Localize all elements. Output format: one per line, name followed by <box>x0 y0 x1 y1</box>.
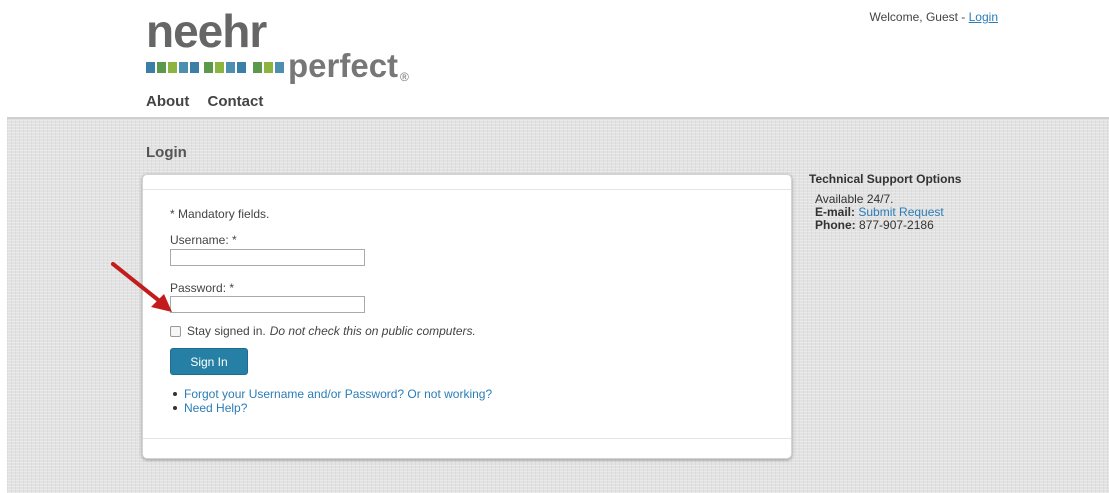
bullet-icon <box>173 406 177 410</box>
stay-signed-in-label: Stay signed in. <box>187 324 266 338</box>
login-link[interactable]: Login <box>969 10 998 24</box>
submit-request-link[interactable]: Submit Request <box>858 205 943 219</box>
panel-divider-bottom <box>143 438 791 439</box>
mandatory-note: * Mandatory fields. <box>170 207 270 221</box>
nav-item-about[interactable]: About <box>146 93 189 110</box>
stay-signed-in-note: Do not check this on public computers. <box>269 324 476 338</box>
nav-item-contact[interactable]: Contact <box>208 93 264 110</box>
list-item: Need Help? <box>170 401 492 415</box>
logo-square <box>264 62 273 73</box>
username-label: Username: * <box>170 233 237 247</box>
sign-in-button[interactable]: Sign In <box>170 348 248 375</box>
password-input[interactable] <box>170 296 365 313</box>
red-arrow-icon <box>111 262 172 312</box>
page-header: neehr perfect ® Welcome, Guest - Login Ab… <box>0 0 1109 118</box>
bullet-icon <box>173 392 177 396</box>
logo-square <box>253 62 262 73</box>
logo-square <box>204 62 213 73</box>
support-title: Technical Support Options <box>809 172 962 186</box>
stay-signed-in-row: Stay signed in. Do not check this on pub… <box>170 324 476 338</box>
support-phone-label: Phone: <box>815 218 856 232</box>
support-details: Available 24/7. E-mail: Submit Request P… <box>815 193 961 232</box>
logo-square <box>157 62 166 73</box>
logo-square <box>168 62 177 73</box>
panel-divider-top <box>143 189 791 190</box>
support-phone-row: Phone: 877-907-2186 <box>815 219 961 232</box>
support-panel: Technical Support Options Available 24/7… <box>809 172 961 232</box>
welcome-message: Welcome, Guest - Login <box>869 10 998 24</box>
neehr-perfect-logo[interactable]: neehr perfect ® <box>146 6 426 86</box>
logo-square <box>190 62 199 73</box>
main-content: Login * Mandatory fields. Username: * Pa… <box>7 117 1109 493</box>
top-nav: About Contact <box>146 93 277 110</box>
support-phone-value: 877-907-2186 <box>859 218 934 232</box>
need-help-link[interactable]: Need Help? <box>184 401 247 415</box>
help-links: Forgot your Username and/or Password? Or… <box>170 387 492 415</box>
logo-square <box>226 62 235 73</box>
logo-square <box>146 62 155 73</box>
forgot-credentials-link[interactable]: Forgot your Username and/or Password? Or… <box>184 387 492 401</box>
logo-square <box>237 62 246 73</box>
username-input[interactable] <box>170 249 365 266</box>
page-title: Login <box>146 144 187 161</box>
logo-main-text: neehr <box>146 5 267 57</box>
support-email-label: E-mail: <box>815 205 856 219</box>
logo-sub-text: perfect ® <box>288 47 409 85</box>
list-item: Forgot your Username and/or Password? Or… <box>170 387 492 401</box>
stay-signed-in-checkbox[interactable] <box>170 325 181 337</box>
logo-square <box>215 62 224 73</box>
logo-square <box>275 62 284 73</box>
login-panel: * Mandatory fields. Username: * Password… <box>142 174 792 459</box>
logo-square <box>179 62 188 73</box>
